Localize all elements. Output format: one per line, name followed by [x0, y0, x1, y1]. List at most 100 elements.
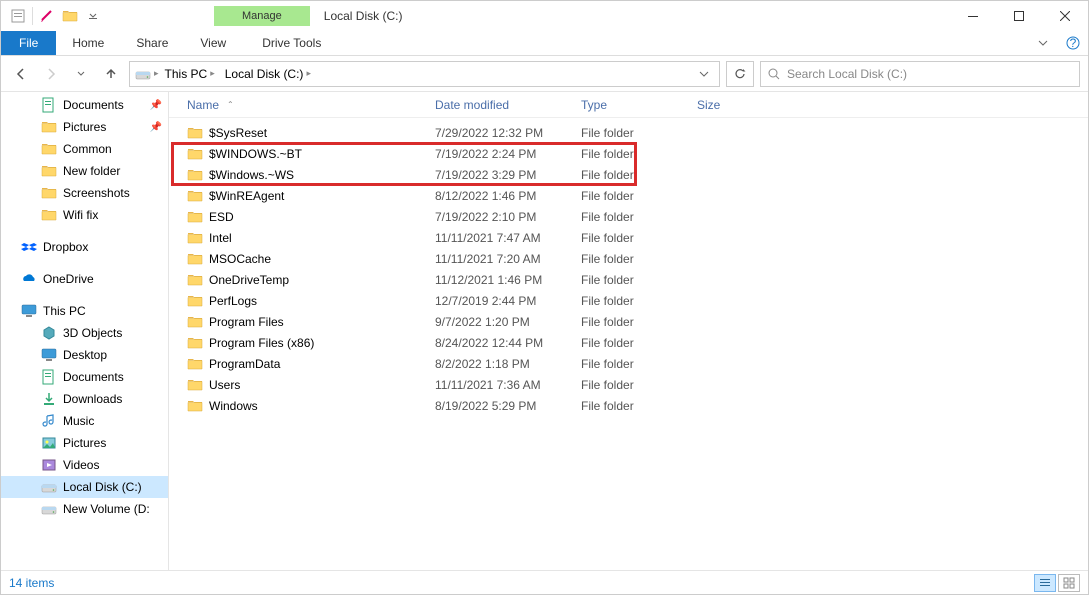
sidebar-item-label: Documents: [63, 98, 124, 112]
contextual-tab-manage[interactable]: Manage: [214, 6, 310, 26]
dropbox-icon: [21, 239, 37, 255]
back-button[interactable]: [9, 62, 33, 86]
column-type[interactable]: Type: [573, 98, 689, 112]
close-button[interactable]: [1042, 1, 1088, 31]
sidebar-item[interactable]: 3D Objects: [1, 322, 168, 344]
sidebar-item-label: Documents: [63, 370, 124, 384]
search-input[interactable]: [787, 67, 1073, 81]
search-box[interactable]: [760, 61, 1080, 87]
ribbon-tab-view[interactable]: View: [184, 31, 242, 55]
breadcrumb-this-pc[interactable]: This PC▸: [161, 65, 219, 83]
breadcrumb-local-disk[interactable]: Local Disk (C:)▸: [221, 65, 315, 83]
folder-icon: [187, 356, 203, 372]
table-row[interactable]: Windows8/19/2022 5:29 PMFile folder: [169, 395, 1088, 416]
column-name[interactable]: Name⌃: [179, 98, 427, 112]
folder-icon: [187, 167, 203, 183]
sidebar-item[interactable]: New Volume (D:: [1, 498, 168, 520]
nav-dropbox[interactable]: Dropbox: [1, 236, 168, 258]
sidebar-item[interactable]: Documents: [1, 366, 168, 388]
ribbon-tab-share[interactable]: Share: [120, 31, 184, 55]
file-date: 9/7/2022 1:20 PM: [427, 315, 573, 329]
maximize-button[interactable]: [996, 1, 1042, 31]
help-icon[interactable]: ?: [1058, 31, 1088, 55]
up-button[interactable]: [99, 62, 123, 86]
refresh-button[interactable]: [726, 61, 754, 87]
sidebar-item[interactable]: Documents📌: [1, 94, 168, 116]
table-row[interactable]: ESD7/19/2022 2:10 PMFile folder: [169, 206, 1088, 227]
qat-folder-icon[interactable]: [59, 5, 81, 27]
folder-icon: [187, 251, 203, 267]
table-row[interactable]: $WINDOWS.~BT7/19/2022 2:24 PMFile folder: [169, 143, 1088, 164]
sidebar-item[interactable]: Common: [1, 138, 168, 160]
file-date: 11/11/2021 7:36 AM: [427, 378, 573, 392]
folder-icon: [41, 163, 57, 179]
qat-properties-icon[interactable]: [36, 5, 58, 27]
sidebar-item[interactable]: Local Disk (C:): [1, 476, 168, 498]
qat-dropdown-icon[interactable]: [82, 5, 104, 27]
sidebar-item[interactable]: New folder: [1, 160, 168, 182]
table-row[interactable]: Program Files (x86)8/24/2022 12:44 PMFil…: [169, 332, 1088, 353]
chevron-right-icon[interactable]: ▸: [154, 68, 159, 79]
table-row[interactable]: Intel11/11/2021 7:47 AMFile folder: [169, 227, 1088, 248]
table-row[interactable]: Users11/11/2021 7:36 AMFile folder: [169, 374, 1088, 395]
music-icon: [41, 413, 57, 429]
minimize-button[interactable]: [950, 1, 996, 31]
sidebar-item-label: Downloads: [63, 392, 122, 406]
sidebar-item-label: Music: [63, 414, 94, 428]
ribbon-expand-icon[interactable]: [1028, 31, 1058, 55]
file-date: 7/19/2022 2:24 PM: [427, 147, 573, 161]
table-row[interactable]: $SysReset7/29/2022 12:32 PMFile folder: [169, 122, 1088, 143]
sidebar-item[interactable]: Screenshots: [1, 182, 168, 204]
desktop-icon: [41, 347, 57, 363]
file-type: File folder: [573, 273, 689, 287]
qat-filemenu-icon[interactable]: [7, 5, 29, 27]
doc-icon: [41, 369, 57, 385]
svg-text:?: ?: [1070, 36, 1077, 50]
file-type: File folder: [573, 252, 689, 266]
address-dropdown-icon[interactable]: [693, 69, 715, 79]
file-name: ESD: [209, 210, 234, 224]
sidebar-item[interactable]: Downloads: [1, 388, 168, 410]
view-icons-button[interactable]: [1058, 574, 1080, 592]
sidebar-item[interactable]: Pictures📌: [1, 116, 168, 138]
ribbon-tab-drive-tools[interactable]: Drive Tools: [246, 31, 337, 55]
file-date: 8/19/2022 5:29 PM: [427, 399, 573, 413]
address-bar[interactable]: ▸ This PC▸ Local Disk (C:)▸: [129, 61, 720, 87]
sidebar-item[interactable]: Wifi fix: [1, 204, 168, 226]
sidebar-item[interactable]: Videos: [1, 454, 168, 476]
ribbon-tab-home[interactable]: Home: [56, 31, 120, 55]
file-date: 12/7/2019 2:44 PM: [427, 294, 573, 308]
monitor-icon: [21, 303, 37, 319]
table-row[interactable]: ProgramData8/2/2022 1:18 PMFile folder: [169, 353, 1088, 374]
column-size[interactable]: Size: [689, 98, 759, 112]
status-bar: 14 items: [1, 570, 1088, 594]
table-row[interactable]: $WinREAgent8/12/2022 1:46 PMFile folder: [169, 185, 1088, 206]
sidebar-item[interactable]: Music: [1, 410, 168, 432]
file-date: 7/19/2022 2:10 PM: [427, 210, 573, 224]
folder-icon: [187, 398, 203, 414]
search-icon: [767, 67, 781, 81]
nav-this-pc[interactable]: This PC: [1, 300, 168, 322]
ribbon-file-tab[interactable]: File: [1, 31, 56, 55]
forward-button[interactable]: [39, 62, 63, 86]
table-row[interactable]: MSOCache11/11/2021 7:20 AMFile folder: [169, 248, 1088, 269]
table-row[interactable]: OneDriveTemp11/12/2021 1:46 PMFile folde…: [169, 269, 1088, 290]
table-row[interactable]: $Windows.~WS7/19/2022 3:29 PMFile folder: [169, 164, 1088, 185]
sidebar-item[interactable]: Desktop: [1, 344, 168, 366]
folder-icon: [41, 185, 57, 201]
nav-onedrive[interactable]: OneDrive: [1, 268, 168, 290]
column-date[interactable]: Date modified: [427, 98, 573, 112]
title-bar: Manage Local Disk (C:): [1, 1, 1088, 31]
recent-dropdown-icon[interactable]: [69, 62, 93, 86]
table-row[interactable]: Program Files9/7/2022 1:20 PMFile folder: [169, 311, 1088, 332]
file-name: PerfLogs: [209, 294, 257, 308]
file-date: 11/12/2021 1:46 PM: [427, 273, 573, 287]
view-details-button[interactable]: [1034, 574, 1056, 592]
file-type: File folder: [573, 315, 689, 329]
sidebar-item[interactable]: Pictures: [1, 432, 168, 454]
table-row[interactable]: PerfLogs12/7/2019 2:44 PMFile folder: [169, 290, 1088, 311]
navigation-pane[interactable]: Documents📌Pictures📌CommonNew folderScree…: [1, 92, 169, 570]
sidebar-item-label: Local Disk (C:): [63, 480, 142, 494]
folder-icon: [187, 377, 203, 393]
sidebar-item-label: Pictures: [63, 436, 106, 450]
